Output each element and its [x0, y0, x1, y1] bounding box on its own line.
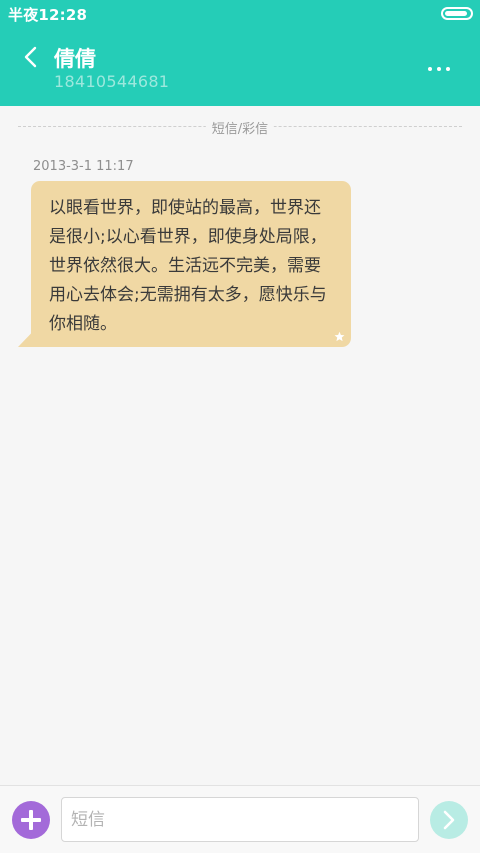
message-type-separator: 短信/彩信	[18, 118, 462, 137]
header: 半夜12:28 倩倩 18410544681	[0, 0, 480, 106]
composer-bar	[0, 785, 480, 853]
back-button[interactable]	[14, 40, 46, 74]
message-timestamp: 2013-3-1 11:17	[33, 159, 134, 174]
separator-label: 短信/彩信	[205, 118, 275, 137]
star-icon	[334, 331, 345, 342]
more-horizontal-icon	[428, 67, 432, 71]
status-time: 半夜12:28	[8, 6, 88, 24]
contact-number: 18410544681	[54, 72, 170, 91]
chevron-right-icon	[443, 810, 455, 830]
add-attachment-button[interactable]	[12, 801, 50, 839]
battery-icon	[441, 7, 473, 20]
contact-name: 倩倩	[54, 47, 96, 71]
sms-conversation-screen: 半夜12:28 倩倩 18410544681 短信/彩信 2013-3-1 11…	[0, 0, 480, 853]
message-bubble[interactable]: 以眼看世界，即使站的最高，世界还是很小;以心看世界，即使身处局限，世界依然很大。…	[31, 181, 351, 347]
more-horizontal-icon-dot	[446, 67, 450, 71]
plus-icon-bar	[29, 810, 33, 830]
message-input[interactable]	[61, 797, 419, 842]
chevron-left-icon	[24, 46, 37, 68]
more-options-button[interactable]	[420, 56, 458, 82]
more-horizontal-icon-dot	[437, 67, 441, 71]
message-text: 以眼看世界，即使站的最高，世界还是很小;以心看世界，即使身处局限，世界依然很大。…	[49, 198, 327, 334]
battery-level	[445, 11, 467, 16]
send-button[interactable]	[430, 801, 468, 839]
